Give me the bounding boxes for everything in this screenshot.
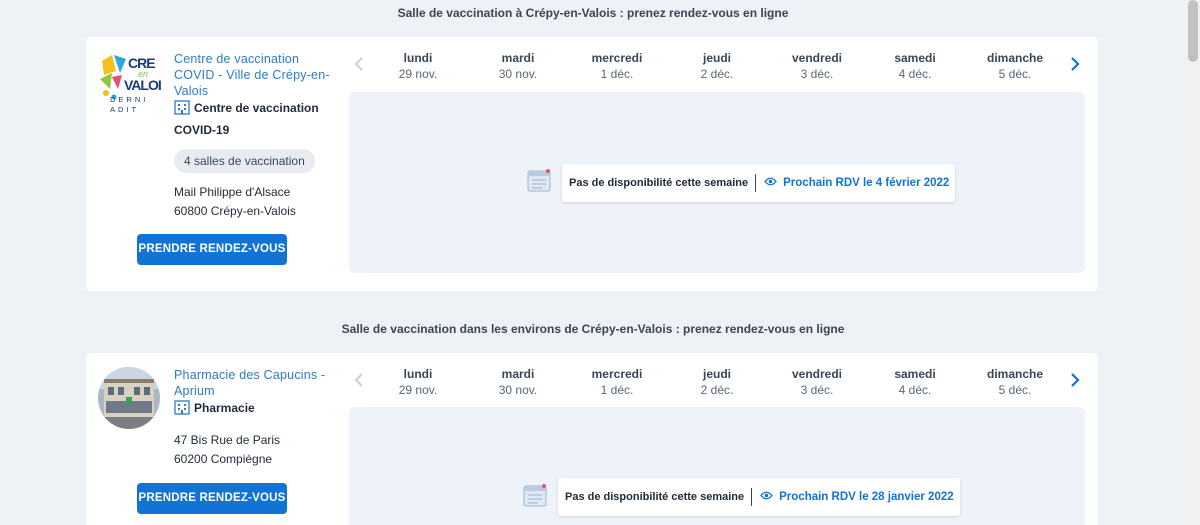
chevron-right-icon[interactable] — [1066, 373, 1084, 392]
no-availability-box: Pas de disponibilité cette semaine Proch… — [562, 164, 956, 202]
day-column: lundi 29 nov. — [398, 51, 438, 81]
book-appointment-button[interactable]: PRENDRE RENDEZ-VOUS — [137, 234, 287, 265]
center-card-2: Pharmacie des Capucins - Aprium Pharmaci… — [86, 353, 1098, 525]
address-line-1: 47 Bis Rue de Paris — [174, 433, 281, 447]
next-appointment-link[interactable]: Prochain RDV le 28 janvier 2022 — [752, 491, 960, 503]
scrollbar-thumb[interactable] — [1188, 0, 1198, 62]
center-type: Centre de vaccination COVID-19 — [174, 99, 324, 140]
logo-wordmark: CRE en VALOI DERNI ADIT — [110, 55, 162, 114]
address-line-1: Mail Philippe d'Alsace — [174, 185, 291, 199]
day-column: mardi 30 nov. — [498, 51, 538, 81]
day-column: mercredi 1 déc. — [591, 51, 643, 81]
center-card-1: CRE en VALOI DERNI ADIT Centre de vaccin… — [86, 37, 1098, 291]
pharmacy-photo — [98, 367, 160, 429]
no-availability-text: Pas de disponibilité cette semaine — [562, 174, 757, 192]
center-name-link[interactable]: Centre de vaccination COVID - Ville de C… — [174, 51, 334, 99]
center-logo: CRE en VALOI DERNI ADIT — [98, 53, 162, 115]
day-column: vendredi 3 déc. — [791, 367, 842, 397]
section-title-nearby: Salle de vaccination dans les environs d… — [341, 322, 845, 336]
eye-icon — [764, 177, 777, 189]
day-headers: lundi 29 nov. mardi 30 nov. mercredi 1 déc.… — [349, 50, 1089, 86]
chevron-right-icon[interactable] — [1066, 57, 1084, 76]
day-column: samedi 4 déc. — [894, 51, 936, 81]
day-column: jeudi 2 déc. — [700, 51, 734, 81]
day-column: jeudi 2 déc. — [700, 367, 734, 397]
availability-panel: Pas de disponibilité cette semaine Proch… — [349, 92, 1085, 273]
day-column: dimanche 5 déc. — [986, 51, 1043, 81]
center-type: Pharmacie — [174, 399, 255, 421]
building-icon — [174, 399, 190, 421]
next-appointment-link[interactable]: Prochain RDV le 4 février 2022 — [756, 177, 955, 189]
no-availability-text: Pas de disponibilité cette semaine — [558, 488, 753, 506]
day-column: lundi 29 nov. — [398, 367, 438, 397]
section-title-local: Salle de vaccination à Crépy-en-Valois :… — [397, 6, 789, 20]
center-name-link[interactable]: Pharmacie des Capucins - Aprium — [174, 367, 334, 399]
day-column: mardi 30 nov. — [498, 367, 538, 397]
address-line-2: 60200 Compiègne — [174, 452, 273, 466]
day-column: samedi 4 déc. — [894, 367, 936, 397]
next-appointment-text: Prochain RDV le 4 février 2022 — [783, 177, 950, 189]
day-column: mercredi 1 déc. — [591, 367, 643, 397]
calendar-icon — [525, 166, 553, 194]
page-scrollbar[interactable] — [1186, 0, 1200, 525]
address-line-2: 60800 Crépy-en-Valois — [174, 204, 296, 218]
center-type-label: Pharmacie — [194, 401, 255, 415]
book-appointment-button[interactable]: PRENDRE RENDEZ-VOUS — [137, 483, 287, 514]
no-availability-box: Pas de disponibilité cette semaine Proch… — [558, 478, 960, 516]
day-column: dimanche 5 déc. — [986, 367, 1043, 397]
center-type-label: Centre de vaccination COVID-19 — [174, 101, 319, 137]
day-headers: lundi 29 nov. mardi 30 nov. mercredi 1 déc.… — [349, 366, 1089, 402]
rooms-badge: 4 salles de vaccination — [174, 149, 315, 173]
availability-panel: Pas de disponibilité cette semaine Proch… — [349, 407, 1085, 525]
building-icon — [174, 99, 190, 121]
next-appointment-text: Prochain RDV le 28 janvier 2022 — [779, 491, 954, 503]
eye-icon — [760, 491, 773, 503]
day-column: vendredi 3 déc. — [791, 51, 842, 81]
calendar-icon — [521, 481, 549, 509]
